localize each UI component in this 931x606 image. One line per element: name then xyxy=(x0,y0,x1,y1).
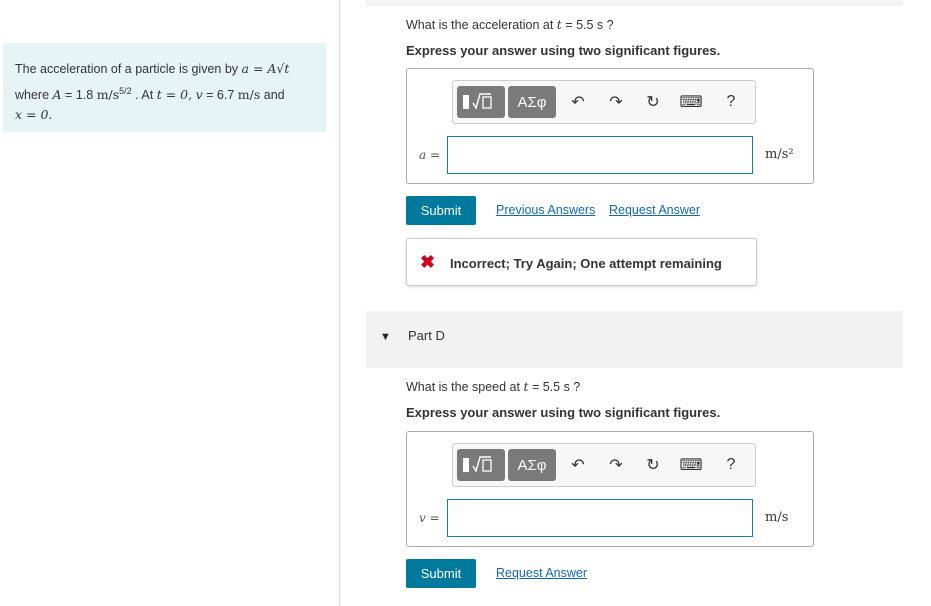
keyboard-icon[interactable]: ⌨ xyxy=(679,91,702,113)
part-c-answer-box: ΑΣφ ↶ ↷ ↻ ⌨ ? a = m/s² xyxy=(406,68,814,184)
v-unit: m/s xyxy=(237,87,261,103)
part-d-instruction: Express your answer using two significan… xyxy=(406,405,721,420)
question-text: What is the speed at xyxy=(406,380,520,394)
templates-button[interactable] xyxy=(457,86,505,118)
question-variable: t xyxy=(556,17,562,32)
at-text: . At xyxy=(135,88,154,103)
greek-symbols-button[interactable]: ΑΣφ xyxy=(508,86,556,118)
incorrect-icon: ✖ xyxy=(420,252,436,272)
where-text: where xyxy=(15,88,50,103)
feedback-message: Incorrect; Try Again; One attempt remain… xyxy=(450,256,722,271)
question-variable: t xyxy=(523,379,529,394)
part-d-question: What is the speed at t = 5.5 s ? xyxy=(406,379,580,394)
reset-icon[interactable]: ↻ xyxy=(642,91,664,113)
templates-icon xyxy=(463,456,492,473)
math-toolbar: ΑΣφ ↶ ↷ ↻ ⌨ ? xyxy=(452,80,756,124)
keyboard-icon[interactable]: ⌨ xyxy=(679,454,702,476)
collapse-triangle-icon[interactable]: ▼ xyxy=(380,331,391,343)
templates-button[interactable] xyxy=(457,449,505,481)
v-value: = 6.7 xyxy=(206,88,235,103)
t-condition: t = 0, xyxy=(156,87,193,103)
part-c-instruction: Express your answer using two significan… xyxy=(406,43,721,58)
A-unit: m/s xyxy=(96,87,120,103)
undo-icon[interactable]: ↶ xyxy=(567,454,589,476)
greek-symbols-button[interactable]: ΑΣφ xyxy=(508,449,556,481)
A-value: = 1.8 xyxy=(65,88,94,103)
previous-answers-link[interactable]: Previous Answers xyxy=(496,203,595,217)
question-text: What is the acceleration at xyxy=(406,18,554,32)
problem-panel: The acceleration of a particle is given … xyxy=(0,0,340,606)
feedback-box: ✖ Incorrect; Try Again; One attempt rema… xyxy=(406,238,757,286)
A-symbol: A xyxy=(52,87,62,103)
redo-icon[interactable]: ↷ xyxy=(605,454,627,476)
variable-label-a: a = xyxy=(419,148,441,162)
help-icon[interactable]: ? xyxy=(720,91,742,113)
request-answer-link-c[interactable]: Request Answer xyxy=(609,203,700,217)
problem-statement: The acceleration of a particle is given … xyxy=(3,43,326,132)
x-condition: x = 0. xyxy=(15,107,53,123)
math-toolbar: ΑΣφ ↶ ↷ ↻ ⌨ ? xyxy=(452,443,756,487)
answer-input-v[interactable] xyxy=(447,499,753,537)
unit-label-v: m/s xyxy=(765,510,789,525)
submit-button-c[interactable]: Submit xyxy=(406,196,476,225)
submit-button-d[interactable]: Submit xyxy=(406,559,476,588)
templates-icon xyxy=(463,93,492,110)
question-value: = 5.5 s ? xyxy=(531,380,581,394)
help-icon[interactable]: ? xyxy=(720,454,742,476)
unit-label-a: m/s² xyxy=(765,147,794,162)
part-c-question: What is the acceleration at t = 5.5 s ? xyxy=(406,17,614,32)
undo-icon[interactable]: ↶ xyxy=(567,91,589,113)
part-d-title: Part D xyxy=(408,328,445,343)
redo-icon[interactable]: ↷ xyxy=(605,91,627,113)
and-text: and xyxy=(263,88,285,103)
A-exponent: 5/2 xyxy=(119,86,132,96)
part-d-header[interactable]: ▼ Part D xyxy=(366,311,903,368)
request-answer-link-d[interactable]: Request Answer xyxy=(496,566,587,580)
acceleration-formula: a = A√t xyxy=(241,61,290,76)
part-c-strip xyxy=(366,0,903,6)
problem-text: The acceleration of a particle is given … xyxy=(15,62,239,76)
question-value: = 5.5 s ? xyxy=(565,18,614,32)
part-d-answer-box: ΑΣφ ↶ ↷ ↻ ⌨ ? v = m/s xyxy=(406,431,814,547)
reset-icon[interactable]: ↻ xyxy=(642,454,664,476)
v-symbol: v xyxy=(195,87,203,103)
variable-label-v: v = xyxy=(419,511,440,525)
answer-input-a[interactable] xyxy=(447,136,753,174)
